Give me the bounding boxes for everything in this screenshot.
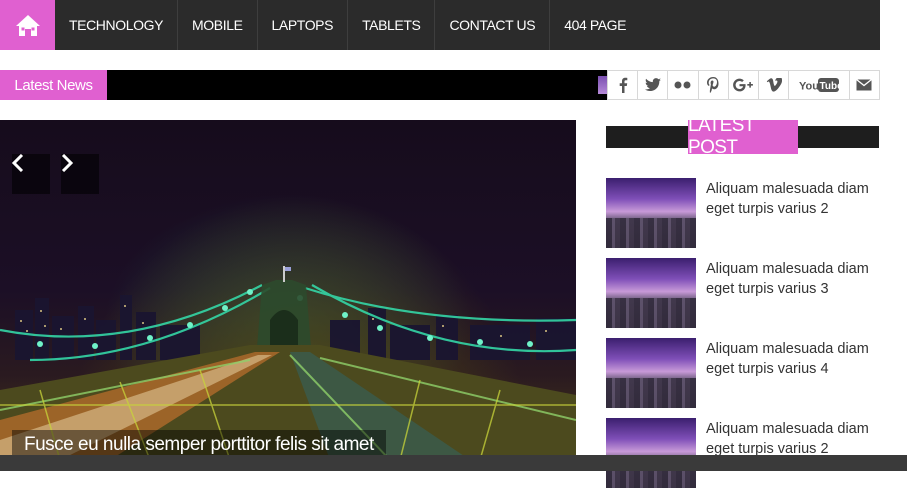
post-title[interactable]: Aliquam malesuada diam eget turpis variu… <box>706 259 881 299</box>
slider-prev-button[interactable] <box>12 154 50 194</box>
bottom-bar <box>0 455 907 471</box>
twitter-icon[interactable] <box>638 71 669 99</box>
post-thumbnail[interactable] <box>606 258 696 328</box>
youtube-icon[interactable]: You Tube <box>789 71 850 99</box>
ticker-label: Latest News <box>0 70 107 100</box>
nav-item-mobile[interactable]: MOBILE <box>178 0 258 50</box>
post-thumbnail[interactable] <box>606 178 696 248</box>
nav-item-technology[interactable]: TECHNOLOGY <box>55 0 179 50</box>
flickr-icon[interactable] <box>668 71 699 99</box>
mail-icon[interactable] <box>850 71 879 99</box>
latest-post-title: LATEST POST <box>688 115 798 158</box>
pinterest-icon[interactable] <box>699 71 729 99</box>
featured-slider[interactable]: Fusce eu nulla semper porttitor felis si… <box>0 120 576 460</box>
ticker-thumbnail[interactable] <box>598 76 607 94</box>
home-button[interactable] <box>0 0 55 50</box>
svg-text:Tube: Tube <box>820 81 840 92</box>
social-links: You Tube <box>607 70 880 100</box>
slider-next-button[interactable] <box>61 154 99 194</box>
post-title[interactable]: Aliquam malesuada diam eget turpis variu… <box>706 179 881 219</box>
nav-item-contact-us[interactable]: CONTACT US <box>435 0 551 50</box>
chevron-left-icon <box>12 154 24 172</box>
svg-text:You: You <box>799 81 819 93</box>
nav-item-404-page[interactable]: 404 PAGE <box>550 0 640 50</box>
main-navigation: TECHNOLOGY MOBILE LAPTOPS TABLETS CONTAC… <box>0 0 880 50</box>
home-icon <box>15 15 40 36</box>
post-title[interactable]: Aliquam malesuada diam eget turpis variu… <box>706 339 881 379</box>
post-title[interactable]: Aliquam malesuada diam eget turpis variu… <box>706 419 881 459</box>
latest-post-item[interactable]: Aliquam malesuada diam eget turpis variu… <box>606 338 886 408</box>
latest-post-item[interactable]: Aliquam malesuada diam eget turpis variu… <box>606 418 886 488</box>
post-thumbnail[interactable] <box>606 338 696 408</box>
nav-item-laptops[interactable]: LAPTOPS <box>258 0 349 50</box>
facebook-icon[interactable] <box>608 71 639 99</box>
latest-post-item[interactable]: Aliquam malesuada diam eget turpis variu… <box>606 258 886 328</box>
chevron-right-icon <box>61 154 73 172</box>
vimeo-icon[interactable] <box>759 71 790 99</box>
post-thumbnail[interactable] <box>606 418 696 488</box>
google-plus-icon[interactable] <box>729 71 760 99</box>
latest-post-item[interactable]: Aliquam malesuada diam eget turpis variu… <box>606 178 886 248</box>
nav-item-tablets[interactable]: TABLETS <box>348 0 436 50</box>
news-ticker: Latest News <box>0 70 607 100</box>
